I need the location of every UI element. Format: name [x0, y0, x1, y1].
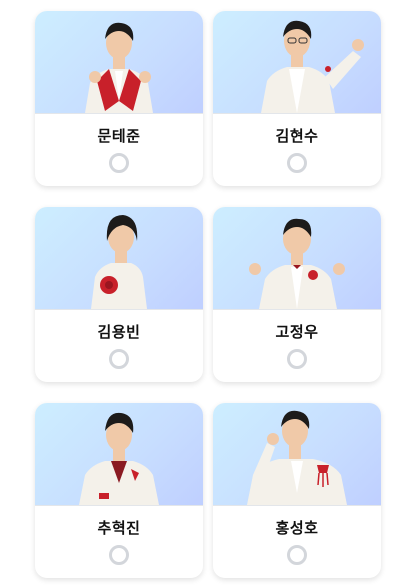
candidate-name: 김용빈: [97, 323, 141, 341]
candidate-name: 홍성호: [275, 519, 319, 537]
select-radio[interactable]: [109, 349, 129, 369]
person-photo-icon: [35, 403, 203, 506]
candidate-grid: 문테준 김현수 김용빈 고정우 추혁진 홍성호: [0, 0, 408, 587]
candidate-card[interactable]: 고정우: [213, 207, 381, 382]
person-photo-icon: [213, 11, 381, 114]
candidate-card[interactable]: 김용빈: [35, 207, 203, 382]
candidate-card[interactable]: 김현수: [213, 11, 381, 186]
candidate-card[interactable]: 문테준: [35, 11, 203, 186]
candidate-card[interactable]: 홍성호: [213, 403, 381, 578]
select-radio[interactable]: [287, 545, 307, 565]
candidate-card[interactable]: 추혁진: [35, 403, 203, 578]
candidate-name: 문테준: [97, 127, 141, 145]
candidate-name: 고정우: [275, 323, 319, 341]
person-photo-icon: [213, 207, 381, 310]
select-radio[interactable]: [287, 153, 307, 173]
candidate-name: 추혁진: [97, 519, 141, 537]
select-radio[interactable]: [287, 349, 307, 369]
person-photo-icon: [35, 207, 203, 310]
candidate-name: 김현수: [275, 127, 319, 145]
person-photo-icon: [35, 11, 203, 114]
select-radio[interactable]: [109, 153, 129, 173]
select-radio[interactable]: [109, 545, 129, 565]
person-photo-icon: [213, 403, 381, 506]
